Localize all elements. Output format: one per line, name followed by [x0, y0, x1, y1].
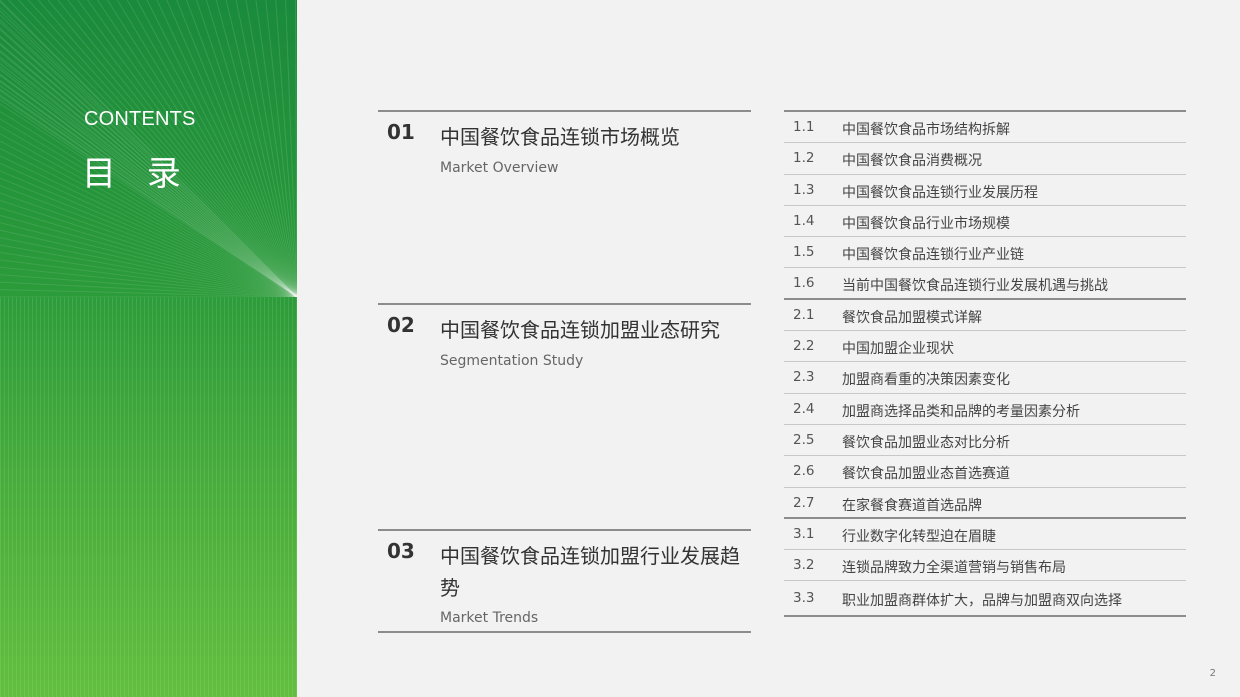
section-subtitle: Segmentation Study — [440, 353, 584, 369]
item-number: 1.1 — [793, 119, 815, 135]
section-03[interactable]: 03 中国餐饮食品连锁加盟行业发展趋势 Market Trends — [378, 529, 751, 633]
toc-title: 目 录 — [82, 154, 191, 194]
item-text: 中国加盟企业现状 — [842, 341, 954, 358]
item-text: 中国餐饮食品连锁行业产业链 — [842, 247, 1024, 264]
item-text: 中国餐饮食品连锁行业发展历程 — [842, 184, 1038, 201]
toc-item-list: 1.1 中国餐饮食品市场结构拆解 1.2 中国餐饮食品消费概况 1.3 中国餐饮食品连… — [784, 110, 1186, 618]
item-number: 1.3 — [793, 181, 815, 198]
toc-item[interactable]: 2.5 餐饮食品加盟业态对比分析 — [784, 425, 1186, 457]
item-text: 中国餐饮食品市场结构拆解 — [842, 122, 1010, 138]
item-number: 3.2 — [793, 557, 815, 574]
section-subtitle: Market Trends — [440, 610, 539, 626]
toc-item[interactable]: 2.4 加盟商选择品类和品牌的考量因素分析 — [784, 394, 1186, 425]
decorative-stripes — [0, 297, 297, 697]
toc-item[interactable]: 2.1 餐饮食品加盟模式详解 — [784, 300, 1186, 332]
contents-label: CONTENTS — [84, 108, 196, 130]
item-number: 2.7 — [793, 494, 815, 511]
item-text: 当前中国餐饮食品连锁行业发展机遇与挑战 — [842, 278, 1108, 295]
item-text: 餐饮食品加盟业态对比分析 — [842, 434, 1010, 451]
item-text: 餐饮食品加盟模式详解 — [842, 309, 982, 326]
item-number: 2.4 — [793, 400, 815, 417]
section-title: 中国餐饮食品连锁市场概览 — [440, 125, 680, 149]
toc-item[interactable]: 1.6 当前中国餐饮食品连锁行业发展机遇与挑战 — [784, 268, 1186, 300]
item-text: 行业数字化转型迫在眉睫 — [842, 528, 996, 545]
item-text: 中国餐饮食品行业市场规模 — [842, 215, 1010, 232]
item-text: 加盟商选择品类和品牌的考量因素分析 — [842, 403, 1080, 420]
item-text: 职业加盟商群体扩大，品牌与加盟商双向选择 — [842, 593, 1122, 610]
toc-item[interactable]: 3.2 连锁品牌致力全渠道营销与销售布局 — [784, 550, 1186, 582]
toc-item[interactable]: 1.1 中国餐饮食品市场结构拆解 — [784, 112, 1186, 144]
item-number: 2.1 — [793, 306, 815, 323]
sidebar-panel: CONTENTS 目 录 — [0, 0, 297, 697]
item-number: 2.5 — [793, 431, 815, 448]
item-text: 连锁品牌致力全渠道营销与销售布局 — [842, 560, 1066, 577]
item-number: 2.3 — [793, 369, 815, 386]
toc-item[interactable]: 2.2 中国加盟企业现状 — [784, 331, 1186, 363]
item-number: 1.2 — [793, 150, 815, 167]
item-number: 3.1 — [793, 525, 815, 542]
item-number: 1.4 — [793, 212, 815, 229]
item-text: 中国餐饮食品消费概况 — [842, 153, 982, 170]
section-title: 中国餐饮食品连锁加盟行业发展趋势 — [440, 544, 740, 600]
section-number: 01 — [387, 120, 415, 144]
toc-item[interactable]: 1.3 中国餐饮食品连锁行业发展历程 — [784, 175, 1186, 206]
section-number: 02 — [387, 313, 415, 337]
section-02[interactable]: 02 中国餐饮食品连锁加盟业态研究 Segmentation Study — [378, 303, 751, 530]
item-text: 在家餐食赛道首选品牌 — [842, 497, 982, 514]
item-number: 1.6 — [793, 275, 815, 292]
item-text: 餐饮食品加盟业态首选赛道 — [842, 466, 1010, 483]
item-text: 加盟商看重的决策因素变化 — [842, 372, 1010, 389]
toc-item[interactable]: 3.3 职业加盟商群体扩大，品牌与加盟商双向选择 — [784, 581, 1186, 618]
section-01[interactable]: 01 中国餐饮食品连锁市场概览 Market Overview — [378, 110, 751, 304]
item-number: 2.2 — [793, 338, 815, 355]
toc-item[interactable]: 2.7 在家餐食赛道首选品牌 — [784, 488, 1186, 519]
item-number: 3.3 — [793, 590, 815, 607]
page-number: 2 — [1209, 668, 1216, 679]
toc-item[interactable]: 3.1 行业数字化转型迫在眉睫 — [784, 519, 1186, 551]
section-title: 中国餐饮食品连锁加盟业态研究 — [440, 318, 720, 342]
toc-item[interactable]: 1.2 中国餐饮食品消费概况 — [784, 143, 1186, 175]
toc-item[interactable]: 1.5 中国餐饮食品连锁行业产业链 — [784, 237, 1186, 269]
toc-item[interactable]: 2.6 餐饮食品加盟业态首选赛道 — [784, 456, 1186, 488]
section-subtitle: Market Overview — [440, 160, 559, 176]
toc-item[interactable]: 2.3 加盟商看重的决策因素变化 — [784, 362, 1186, 394]
item-number: 1.5 — [793, 244, 815, 261]
section-number: 03 — [387, 539, 415, 563]
item-number: 2.6 — [793, 463, 815, 480]
toc-item[interactable]: 1.4 中国餐饮食品行业市场规模 — [784, 206, 1186, 238]
